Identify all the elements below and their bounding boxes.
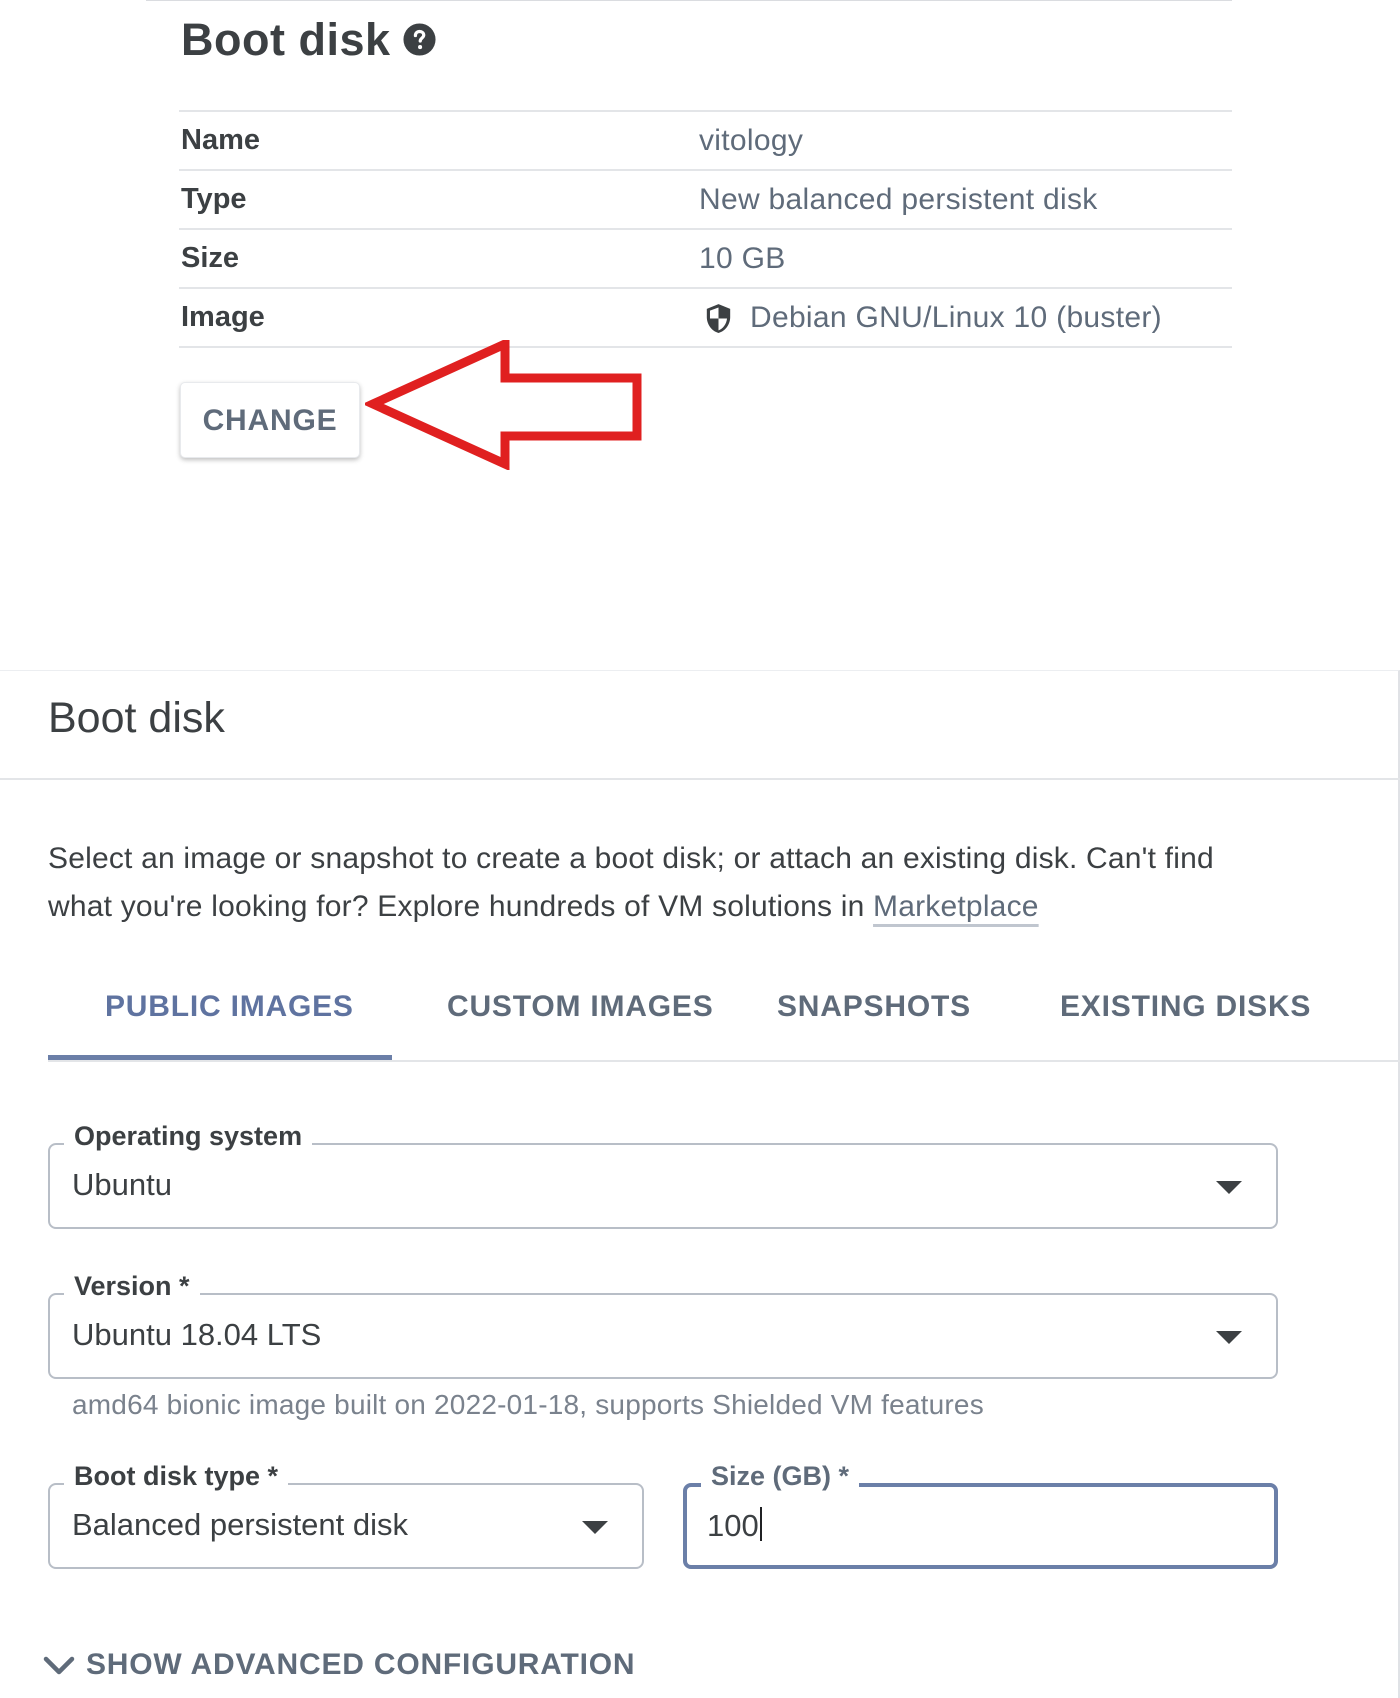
summary-row-image: Image Debian GNU/Linux 10 (buster): [179, 287, 1232, 348]
dropdown-arrow-icon: [1216, 1331, 1242, 1344]
version-hint: amd64 bionic image built on 2022-01-18, …: [72, 1389, 984, 1420]
summary-row-type: Type New balanced persistent disk: [179, 169, 1232, 228]
summary-row-name: Name vitology: [179, 110, 1232, 169]
change-button[interactable]: CHANGE: [180, 382, 360, 458]
summary-label: Size: [181, 242, 240, 274]
summary-value: vitology: [699, 124, 804, 157]
version-label: Version *: [64, 1271, 200, 1302]
operating-system-label: Operating system: [64, 1121, 313, 1152]
version-value: Ubuntu 18.04 LTS: [72, 1317, 322, 1352]
dropdown-arrow-icon: [1216, 1181, 1242, 1194]
description-line-2-text: what you're looking for? Explore hundred…: [48, 890, 874, 923]
boot-disk-type-select[interactable]: Boot disk type * Balanced persistent dis…: [48, 1461, 644, 1569]
tabs-divider: [48, 1060, 1400, 1062]
show-advanced-configuration-button[interactable]: SHOW ADVANCED CONFIGURATION: [42, 1648, 635, 1682]
dialog-description: Select an image or snapshot to create a …: [48, 835, 1348, 931]
help-icon[interactable]: [402, 22, 437, 57]
size-input[interactable]: Size (GB) * 100: [683, 1461, 1278, 1569]
top-divider: [146, 0, 1232, 1]
dialog-title: Boot disk: [48, 694, 225, 742]
summary-value: Debian GNU/Linux 10 (buster): [750, 301, 1162, 334]
summary-value: New balanced persistent disk: [699, 183, 1098, 216]
chevron-down-icon: [43, 1656, 75, 1675]
operating-system-select[interactable]: Operating system Ubuntu: [48, 1121, 1278, 1229]
tab-existing-disks[interactable]: EXISTING DISKS: [1060, 990, 1311, 1024]
advanced-label: SHOW ADVANCED CONFIGURATION: [86, 1648, 636, 1681]
summary-row-size: Size 10 GB: [179, 228, 1232, 287]
text-caret: [759, 1507, 762, 1541]
size-label: Size (GB) *: [701, 1461, 860, 1492]
red-arrow-annotation: [365, 340, 642, 470]
version-select[interactable]: Version * Ubuntu 18.04 LTS: [48, 1271, 1278, 1379]
operating-system-value: Ubuntu: [72, 1167, 172, 1202]
image-source-tabs: PUBLIC IMAGES CUSTOM IMAGES SNAPSHOTS EX…: [48, 990, 1400, 1060]
boot-disk-summary-table: Name vitology Type New balanced persiste…: [179, 110, 1232, 348]
shield-icon: [706, 304, 731, 333]
boot-disk-summary-title: Boot disk: [181, 14, 391, 65]
tab-custom-images[interactable]: CUSTOM IMAGES: [447, 990, 714, 1024]
boot-disk-type-value: Balanced persistent disk: [72, 1507, 409, 1542]
dialog-header-divider: [0, 778, 1400, 780]
tab-public-images[interactable]: PUBLIC IMAGES: [105, 990, 354, 1024]
size-value: 100: [707, 1508, 759, 1543]
summary-value: 10 GB: [699, 242, 786, 275]
description-line-2: what you're looking for? Explore hundred…: [48, 883, 1348, 931]
dropdown-arrow-icon: [582, 1521, 608, 1534]
summary-label: Type: [181, 183, 247, 215]
tab-snapshots[interactable]: SNAPSHOTS: [777, 990, 971, 1024]
marketplace-link[interactable]: Marketplace: [873, 890, 1039, 923]
summary-label: Image: [181, 301, 265, 333]
description-line-1: Select an image or snapshot to create a …: [48, 842, 1214, 875]
size-value-wrap: 100: [707, 1507, 762, 1544]
summary-label: Name: [181, 124, 260, 156]
boot-disk-type-label: Boot disk type *: [64, 1461, 289, 1492]
active-tab-indicator: [48, 1055, 392, 1060]
